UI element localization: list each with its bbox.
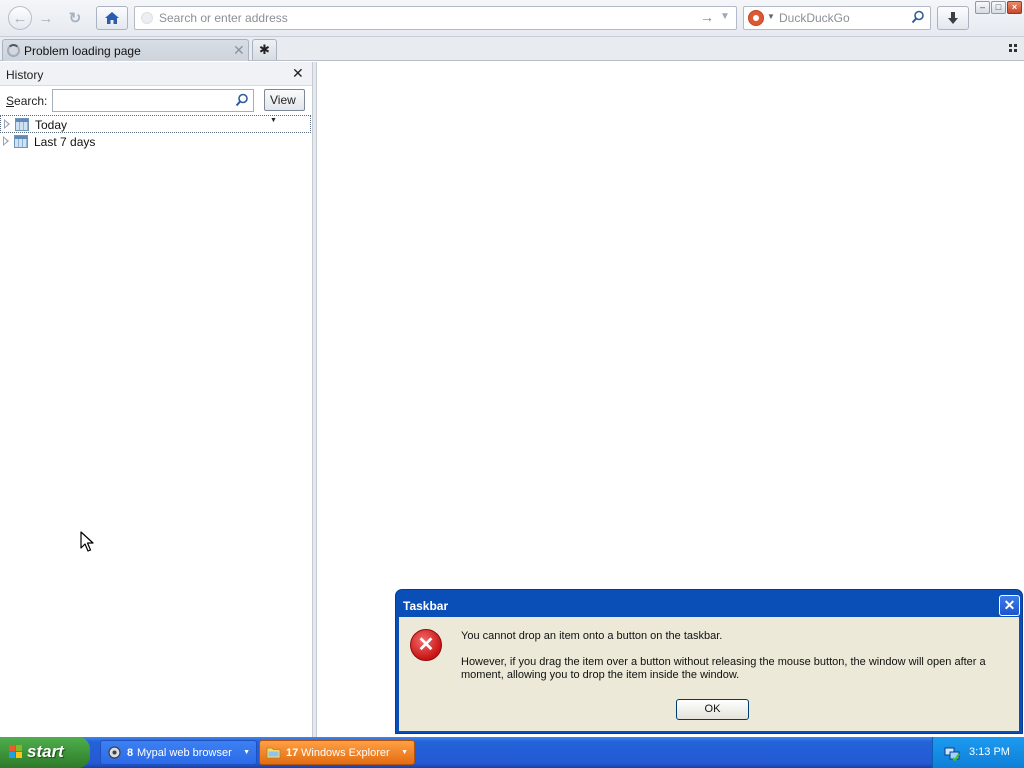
go-arrow-icon[interactable]: → <box>700 9 714 25</box>
chevron-down-icon: ▼ <box>243 749 250 756</box>
expand-icon[interactable] <box>4 119 10 129</box>
history-search-input[interactable] <box>56 93 226 108</box>
engine-dropdown-icon[interactable]: ▼ <box>767 12 775 21</box>
windows-taskbar: start 8 Mypal web browser ▼ 17 Windows E… <box>0 737 1024 768</box>
dialog-message: You cannot drop an item onto a button on… <box>461 630 723 642</box>
maximize-button[interactable]: □ <box>991 1 1006 14</box>
window-count: 8 <box>127 747 134 759</box>
search-icon[interactable] <box>911 10 925 24</box>
browser-icon <box>108 746 121 759</box>
dialog-detail: However, if you drag the item over a but… <box>461 656 986 681</box>
history-item-label: Last 7 days <box>34 135 96 149</box>
ok-button[interactable]: OK <box>676 699 749 720</box>
tab-close-icon[interactable]: ✕ <box>233 42 245 59</box>
dialog-title: Taskbar <box>403 599 449 613</box>
clock: 3:13 PM <box>969 746 1010 758</box>
view-button[interactable]: View ▼ <box>264 89 305 124</box>
forward-arrow-icon: → <box>38 9 54 27</box>
tab-problem-loading[interactable]: Problem loading page ✕ <box>2 39 249 61</box>
address-input[interactable] <box>159 10 679 26</box>
taskbar-button-label: Windows Explorer <box>301 747 390 759</box>
search-icon <box>235 93 248 107</box>
mouse-cursor-icon <box>80 531 94 552</box>
expand-icon[interactable] <box>3 136 9 146</box>
history-item-last-7-days[interactable]: Last 7 days <box>0 133 311 151</box>
history-item-label: Today <box>35 118 68 132</box>
home-icon <box>105 12 119 24</box>
window-close-button[interactable]: × <box>1007 1 1022 14</box>
forward-button[interactable]: → <box>34 6 58 30</box>
minimize-button[interactable]: – <box>975 1 990 14</box>
chevron-down-icon: ▼ <box>401 749 408 756</box>
network-tray-icon[interactable] <box>944 745 960 761</box>
back-button[interactable]: ← <box>8 6 32 30</box>
window-count: 17 <box>286 747 299 759</box>
history-search-field[interactable] <box>52 89 254 112</box>
start-button[interactable]: start <box>0 737 90 768</box>
tab-title: Problem loading page <box>24 44 141 58</box>
download-icon <box>948 12 958 24</box>
dialog-close-button[interactable]: ✕ <box>999 595 1020 616</box>
back-arrow-icon: ← <box>12 9 28 27</box>
loading-spinner-icon <box>7 44 20 57</box>
folder-icon <box>266 747 281 759</box>
new-tab-icon: ✱ <box>259 42 270 57</box>
sidebar-splitter[interactable] <box>312 62 317 737</box>
error-icon: ✕ <box>410 629 442 661</box>
new-tab-button[interactable]: ✱ <box>252 39 277 60</box>
search-input[interactable] <box>779 10 907 26</box>
start-label: start <box>27 742 64 761</box>
taskbar-error-dialog: Taskbar ✕ ✕ You cannot drop an item onto… <box>395 589 1023 734</box>
sidebar-close-icon[interactable]: ✕ <box>292 65 304 82</box>
reload-icon: ↻ <box>68 10 82 27</box>
downloads-button[interactable] <box>937 6 969 30</box>
close-icon: ✕ <box>1003 597 1016 613</box>
globe-icon <box>141 12 153 24</box>
reload-button[interactable]: ↻ <box>63 6 87 30</box>
dropdown-icon[interactable]: ▼ <box>720 11 730 22</box>
calendar-icon <box>14 135 28 148</box>
address-bar[interactable]: → ▼ <box>134 6 737 30</box>
taskbar-button-label: Mypal web browser <box>137 747 232 759</box>
sidebar-header: History ✕ <box>0 62 312 86</box>
search-bar[interactable]: ▼ <box>743 6 931 30</box>
taskbar-button-windows-explorer[interactable]: 17 Windows Explorer ▼ <box>259 740 415 765</box>
sidebar-search-label: Search: <box>6 94 48 108</box>
taskbar-button-mypal[interactable]: 8 Mypal web browser ▼ <box>100 740 257 765</box>
tab-list-icon[interactable] <box>1009 44 1019 54</box>
duckduckgo-icon[interactable] <box>748 10 764 26</box>
calendar-icon <box>15 118 29 131</box>
sidebar-title: History <box>6 68 44 82</box>
tab-strip: Problem loading page ✕ ✱ <box>0 37 1024 61</box>
windows-flag-icon <box>9 745 23 759</box>
home-button[interactable] <box>96 6 128 30</box>
system-tray: 3:13 PM <box>932 737 1024 768</box>
view-button-label: View <box>270 93 296 107</box>
dialog-body: ✕ You cannot drop an item onto a button … <box>399 617 1019 731</box>
navigation-toolbar: ← → ↻ → ▼ ▼ – □ × <box>0 0 1024 37</box>
history-item-today[interactable]: Today <box>0 115 311 133</box>
history-sidebar: History ✕ Search: View ▼ Today Last 7 da… <box>0 62 312 737</box>
